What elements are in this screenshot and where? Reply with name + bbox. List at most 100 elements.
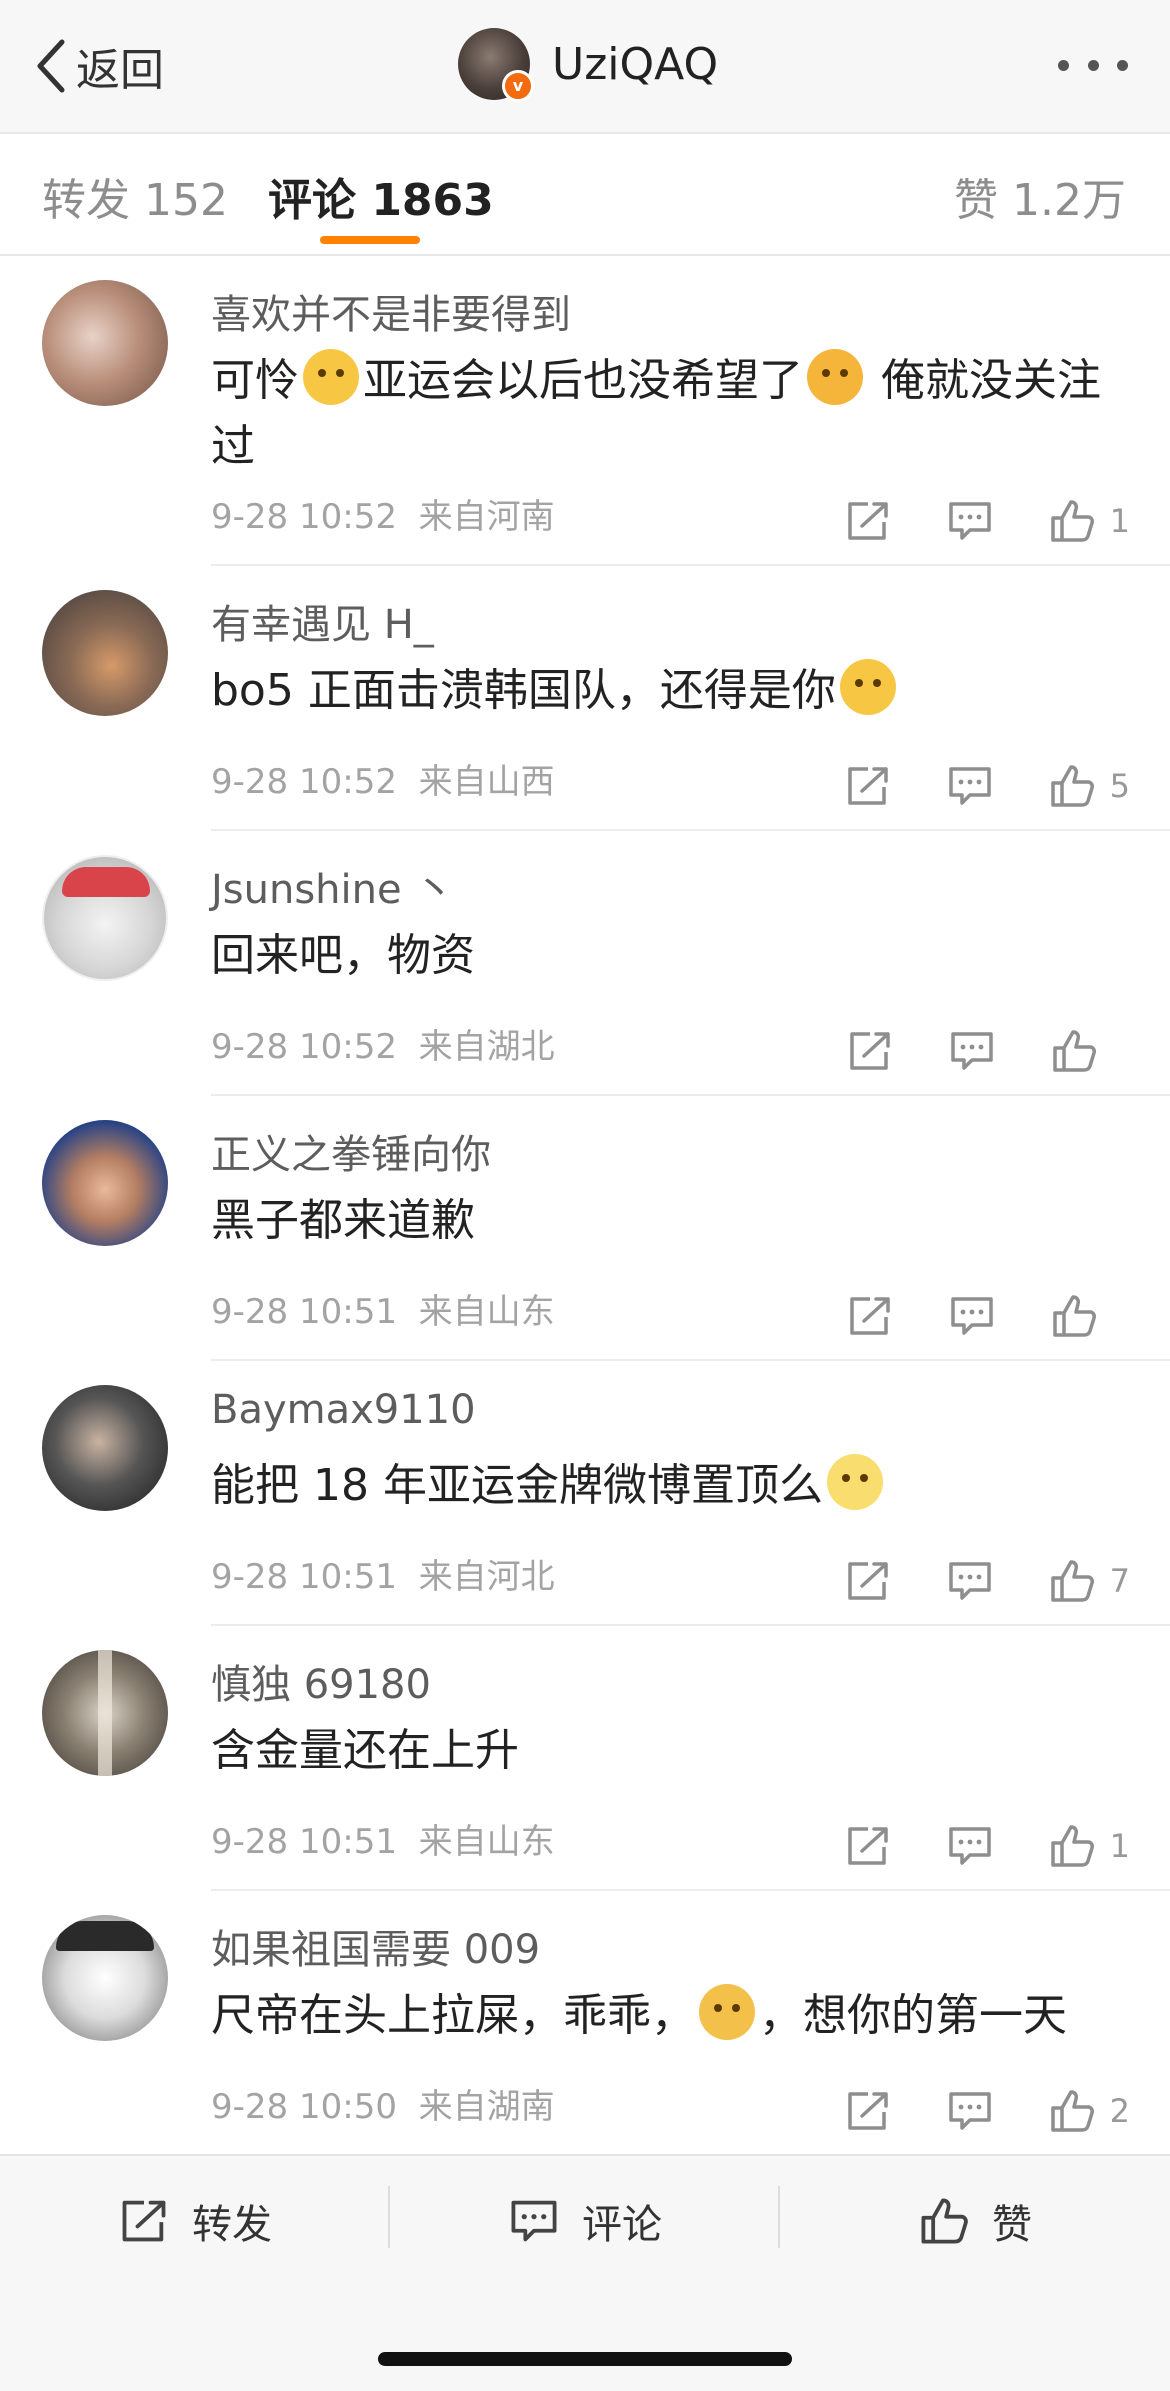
comment-text: 尺帝在头上拉屎，乖乖， ，想你的第一天 [211, 1983, 1111, 2049]
comment-icon [948, 1562, 991, 1600]
tab-comment[interactable]: 评论 1863 [268, 164, 494, 228]
avatar[interactable] [42, 1915, 168, 2041]
share-button[interactable] [846, 1028, 894, 1074]
comment-icon [948, 502, 991, 540]
comment-meta: 9-28 10:52 来自山西 [211, 762, 555, 802]
comment-actions: 1 [790, 1823, 1130, 1869]
like-button[interactable] [1050, 1293, 1130, 1339]
comment-meta: 9-28 10:52 来自河南 [211, 497, 555, 537]
comment-icon [511, 2200, 557, 2242]
share-button[interactable] [844, 1823, 892, 1869]
avatar[interactable] [42, 855, 168, 981]
comment-item: 喜欢并不是非要得到 可怜 亚运会以后也没希望了 俺就没关注过 9-28 10:52… [0, 256, 1170, 566]
thumbs-up-icon [1050, 765, 1094, 807]
like-count: 1 [1109, 1827, 1130, 1865]
reply-button[interactable] [946, 1558, 994, 1604]
share-icon [847, 1562, 888, 1600]
comment-icon [951, 1297, 993, 1335]
like-button[interactable] [1050, 1028, 1130, 1074]
tab-bar: 转发 152 评论 1863 赞 1.2万 [0, 134, 1170, 256]
reply-button[interactable] [946, 1823, 994, 1869]
repost-label: 转发 [192, 2202, 272, 2248]
share-button[interactable] [844, 498, 892, 544]
avatar[interactable] [42, 1385, 168, 1511]
share-icon [847, 502, 888, 540]
comment-meta: 9-28 10:51 来自山东 [211, 1822, 555, 1862]
tab-like[interactable]: 赞 1.2万 [954, 164, 1126, 228]
comment-username[interactable]: 慎独 69180 [211, 1652, 431, 1710]
profile-title[interactable]: v UziQAQ [458, 28, 718, 102]
comment-meta: 9-28 10:50 来自湖南 [211, 2087, 555, 2127]
reply-button[interactable] [946, 763, 994, 809]
tab-repost[interactable]: 转发 152 [42, 164, 228, 228]
like-button[interactable]: 赞 [780, 2156, 1170, 2286]
share-icon [847, 2092, 888, 2130]
comment-item: 慎独 69180 含金量还在上升 9-28 10:51 来自山东 1 [0, 1626, 1170, 1891]
share-icon [850, 1297, 890, 1335]
comment-username[interactable]: 正义之拳锤向你 [211, 1122, 491, 1180]
avatar[interactable] [42, 1120, 168, 1246]
comment-label: 评论 [582, 2202, 662, 2248]
comment-username[interactable]: 如果祖国需要 009 [211, 1917, 540, 1975]
comment-icon [948, 767, 991, 805]
like-button[interactable]: 1 [1048, 498, 1130, 544]
comment-item: 有幸遇见 H_ bo5 正面击溃韩国队，还得是你 9-28 10:52 来自山西… [0, 566, 1170, 831]
comment-text: 回来吧，物资 [211, 930, 475, 981]
avatar[interactable]: v [458, 28, 534, 102]
repost-button[interactable]: 转发 [0, 2156, 390, 2286]
like-button[interactable]: 5 [1048, 763, 1130, 809]
comment-list: 喜欢并不是非要得到 可怜 亚运会以后也没希望了 俺就没关注过 9-28 10:52… [0, 256, 1170, 2156]
share-button[interactable] [844, 1558, 892, 1604]
like-count: 2 [1109, 2092, 1130, 2130]
comment-icon [948, 1827, 991, 1865]
chevron-left-icon [37, 39, 65, 93]
comment-username[interactable]: 喜欢并不是非要得到 [211, 282, 571, 340]
safe-area [0, 2286, 1170, 2391]
thumbs-up-icon [1050, 2090, 1094, 2132]
more-options-icon[interactable] [1058, 50, 1128, 80]
screaming-emoji-icon [807, 349, 863, 405]
like-button[interactable]: 1 [1048, 1823, 1130, 1869]
sobbing-emoji-icon [699, 1984, 755, 2040]
avatar[interactable] [42, 590, 168, 716]
comment-text: 可怜 亚运会以后也没希望了 俺就没关注过 [211, 348, 1111, 480]
comment-username[interactable]: Baymax9110 [211, 1387, 476, 1433]
like-count: 7 [1109, 1562, 1130, 1600]
reply-button[interactable] [946, 498, 994, 544]
comment-text: bo5 正面击溃韩国队，还得是你 [211, 658, 1111, 724]
comment-item: 正义之拳锤向你 黑子都来道歉 9-28 10:51 来自山东 [0, 1096, 1170, 1361]
laughing-crying-emoji-icon [303, 349, 359, 405]
like-button[interactable]: 2 [1048, 2088, 1130, 2134]
avatar[interactable] [42, 1650, 168, 1776]
comment-actions: 1 [790, 498, 1130, 544]
share-icon [122, 2200, 166, 2242]
avatar[interactable] [42, 280, 168, 406]
comment-button[interactable]: 评论 [390, 2156, 780, 2286]
reply-button[interactable] [948, 1028, 996, 1074]
home-indicator[interactable] [378, 2352, 792, 2366]
comment-item: Jsunshine 丶 回来吧，物资 9-28 10:52 来自湖北 [0, 831, 1170, 1096]
comment-actions: 5 [790, 763, 1130, 809]
share-button[interactable] [844, 763, 892, 809]
verified-badge: v [502, 70, 534, 102]
like-count: 5 [1109, 767, 1130, 805]
comment-meta: 9-28 10:52 来自湖北 [211, 1027, 555, 1067]
comment-item: 如果祖国需要 009 尺帝在头上拉屎，乖乖， ，想你的第一天 9-28 10:50… [0, 1891, 1170, 2156]
reply-button[interactable] [948, 1293, 996, 1339]
thumbs-up-icon [921, 2198, 968, 2244]
back-button[interactable]: 返回 [32, 34, 164, 98]
comment-text: 能把 18 年亚运金牌微博置顶么 [211, 1453, 1111, 1519]
comment-actions: 2 [790, 2088, 1130, 2134]
share-button[interactable] [844, 2088, 892, 2134]
reply-button[interactable] [946, 2088, 994, 2134]
like-button[interactable]: 7 [1048, 1558, 1130, 1604]
comment-username[interactable]: Jsunshine 丶 [211, 857, 454, 915]
comment-username[interactable]: 有幸遇见 H_ [211, 592, 434, 650]
comment-icon [948, 2092, 991, 2130]
share-button[interactable] [846, 1293, 894, 1339]
share-icon [847, 1827, 888, 1865]
back-label: 返回 [76, 45, 164, 96]
crying-emoji-icon [839, 659, 896, 715]
like-label: 赞 [992, 2202, 1032, 2248]
thumbs-up-icon [1053, 1030, 1096, 1072]
